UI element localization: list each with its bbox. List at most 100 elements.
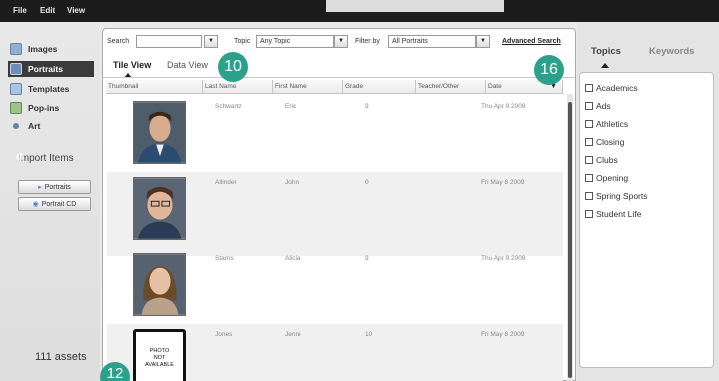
sidebar-item-label: Pop-ins (28, 103, 60, 113)
column-header-first-name[interactable]: First Name (273, 80, 343, 94)
right-panel: Topics Keywords Academics Ads Athletics … (577, 22, 719, 381)
topic-label: Student Life (596, 209, 642, 219)
topic-checkbox-item[interactable]: Athletics (585, 119, 628, 129)
column-header-grade[interactable]: Grade (343, 80, 416, 94)
import-glow-icon (16, 153, 24, 161)
column-header-thumbnail[interactable]: Thumbnail (106, 80, 203, 94)
left-sidebar: Images Portraits Templates Pop-ins Art I… (0, 22, 100, 381)
table-row[interactable]: Starns Alicia 9 Thu Apr 9 2009 (107, 248, 563, 332)
topic-label: Athletics (596, 119, 629, 129)
menu-edit[interactable]: Edit (40, 6, 55, 15)
portrait-image (134, 254, 185, 315)
cell-first-name: Eric (285, 103, 297, 110)
topic-label: Spring Sports (596, 191, 648, 201)
topic-select[interactable]: Any Topic (256, 35, 334, 48)
popins-icon (10, 102, 22, 114)
filter-select[interactable]: All Portraits (388, 35, 476, 48)
portrait-thumbnail (133, 177, 186, 240)
active-tab-indicator (601, 63, 609, 68)
cell-last-name: Starns (215, 255, 234, 262)
sidebar-item-images[interactable]: Images (10, 41, 92, 57)
scrollbar-thumb[interactable] (568, 102, 572, 378)
cell-first-name: Jenni (285, 331, 301, 338)
cell-date: Thu Apr 9 2009 (481, 103, 526, 110)
portrait-thumbnail (133, 253, 186, 316)
topic-checkbox-item[interactable]: Ads (585, 101, 611, 111)
advanced-search-link[interactable]: Advanced Search (502, 38, 561, 45)
vertical-scrollbar[interactable] (567, 94, 573, 381)
cell-last-name: Allinder (215, 179, 237, 186)
placeholder-line: NOT (153, 355, 166, 361)
cell-grade: 10 (365, 331, 373, 338)
sidebar-item-label: Images (28, 44, 58, 54)
tab-tile-view[interactable]: Tile View (113, 60, 151, 70)
tab-data-view[interactable]: Data View (167, 60, 208, 70)
cd-icon: ◉ (32, 201, 39, 208)
tab-keywords[interactable]: Keywords (649, 46, 694, 57)
cell-grade: 0 (365, 179, 369, 186)
menu-file[interactable]: File (13, 6, 27, 15)
sidebar-item-label: Portraits (28, 64, 63, 74)
topic-checkbox-item[interactable]: Academics (585, 83, 638, 93)
topic-checkbox-item[interactable]: Student Life (585, 209, 641, 219)
checkbox[interactable] (585, 102, 593, 110)
search-dropdown-button[interactable]: ▼ (204, 35, 218, 48)
topic-checkbox-item[interactable]: Closing (585, 137, 624, 147)
topic-checkbox-item[interactable]: Clubs (585, 155, 618, 165)
import-items-title: Import Items (18, 153, 74, 164)
cell-date: Thu Apr 9 2009 (481, 255, 526, 262)
topic-label: Ads (596, 101, 611, 111)
cell-date: Fri May 8 2009 (481, 331, 525, 338)
topic-label: Opening (596, 173, 629, 183)
topic-checkbox-item[interactable]: Opening (585, 173, 628, 183)
cell-first-name: Alicia (285, 255, 301, 262)
portrait-image (134, 102, 185, 163)
cell-first-name: John (285, 179, 300, 186)
menu-bar: File Edit View (0, 0, 719, 22)
import-arrow-icon: ▸ (38, 184, 42, 191)
search-label: Search (107, 38, 130, 45)
placeholder-line: PHOTO (149, 348, 170, 354)
topic-dropdown-button[interactable]: ▼ (334, 35, 348, 48)
callout-badge: 10 (218, 52, 248, 82)
checkbox[interactable] (585, 138, 593, 146)
column-header-last-name[interactable]: Last Name (203, 80, 273, 94)
checkbox[interactable] (585, 120, 593, 128)
main-panel: Search ▼ Topic Any Topic ▼ Filter by All… (102, 28, 576, 381)
checkbox[interactable] (585, 210, 593, 218)
search-input[interactable] (136, 35, 202, 48)
table-row[interactable]: PHOTO NOT AVAILABLE Jones Jenni 10 Fri M… (107, 324, 563, 381)
photo-not-available-placeholder: PHOTO NOT AVAILABLE (133, 329, 186, 381)
chevron-down-icon: ▼ (338, 38, 344, 44)
portrait-image (134, 178, 185, 239)
topic-checkbox-item[interactable]: Spring Sports (585, 191, 648, 201)
topics-list: Academics Ads Athletics Closing Clubs Op… (579, 72, 714, 368)
checkbox[interactable] (585, 192, 593, 200)
topic-label: Clubs (596, 155, 618, 165)
cell-grade: 9 (365, 103, 369, 110)
placeholder-line: AVAILABLE (145, 362, 174, 368)
filter-dropdown-button[interactable]: ▼ (476, 35, 490, 48)
tab-topics[interactable]: Topics (591, 46, 621, 57)
table-row[interactable]: Schwartz Eric 9 Thu Apr 9 2009 (107, 96, 563, 180)
checkbox[interactable] (585, 174, 593, 182)
checkbox[interactable] (585, 156, 593, 164)
column-header-teacher[interactable]: Teacher/Other (416, 80, 486, 94)
sidebar-item-art[interactable]: Art (10, 118, 92, 134)
import-portrait-cd-button[interactable]: ◉ Portrait CD (18, 197, 91, 211)
table-row[interactable]: Allinder John 0 Fri May 8 2009 (107, 172, 563, 256)
cell-last-name: Schwartz (215, 103, 242, 110)
filter-toolbar: Search ▼ Topic Any Topic ▼ Filter by All… (103, 29, 575, 53)
templates-icon (10, 83, 22, 95)
import-portraits-button[interactable]: ▸ Portraits (18, 180, 91, 194)
topic-label: Topic (234, 38, 251, 45)
checkbox[interactable] (585, 84, 593, 92)
sidebar-item-portraits[interactable]: Portraits (8, 61, 94, 77)
menu-view[interactable]: View (67, 6, 85, 15)
cell-grade: 9 (365, 255, 369, 262)
portrait-thumbnail (133, 101, 186, 164)
menubar-highlight (326, 0, 504, 12)
callout-badge: 16 (534, 55, 564, 85)
sidebar-item-popins[interactable]: Pop-ins (10, 100, 92, 116)
sidebar-item-templates[interactable]: Templates (10, 81, 92, 97)
